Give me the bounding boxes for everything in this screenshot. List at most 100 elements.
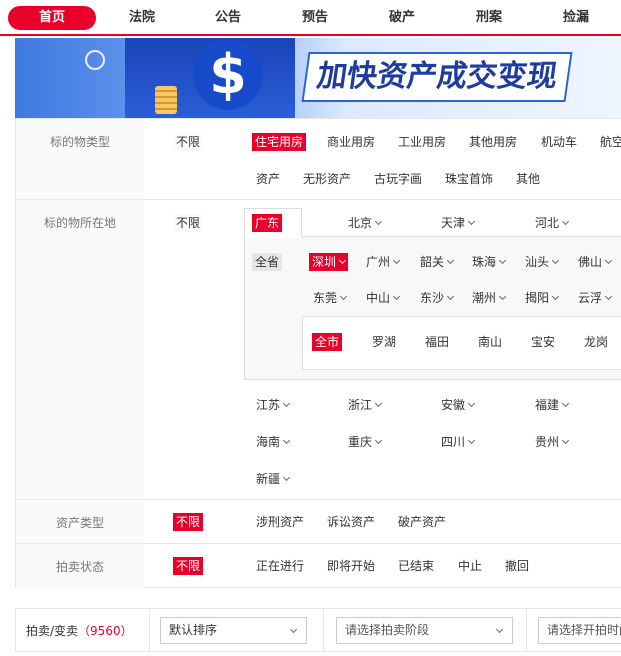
- nav-bankruptcy[interactable]: 破产: [372, 6, 432, 30]
- province-zhejiang[interactable]: 浙江: [348, 396, 383, 414]
- province-chongqing[interactable]: 重庆: [348, 433, 383, 451]
- option-upcoming[interactable]: 即将开始: [327, 557, 375, 575]
- option-unlimited[interactable]: 不限: [173, 214, 204, 232]
- result-count: 拍卖/变卖（9560）: [26, 624, 133, 638]
- nav-home[interactable]: 首页: [8, 6, 96, 30]
- option-intangible[interactable]: 无形资产: [303, 170, 351, 188]
- option-ended[interactable]: 已结束: [398, 557, 434, 575]
- option-all-province[interactable]: 全省: [252, 253, 283, 271]
- dollar-icon: $: [193, 40, 263, 110]
- option-antiques[interactable]: 古玩字画: [374, 170, 422, 188]
- district-nanshan[interactable]: 南山: [478, 333, 502, 351]
- province-anhui[interactable]: 安徽: [441, 396, 476, 414]
- city-chaozhou[interactable]: 潮州: [472, 289, 507, 307]
- chevron-down-icon: [289, 625, 298, 634]
- city-dongguan[interactable]: 东莞: [313, 289, 348, 307]
- nav-bargain[interactable]: 捡漏: [546, 6, 606, 30]
- option-aviation[interactable]: 航空: [600, 133, 621, 151]
- option-residential[interactable]: 住宅用房: [252, 133, 307, 151]
- chevron-down-icon: [498, 292, 507, 301]
- district-futian[interactable]: 福田: [425, 333, 449, 351]
- city-shenzhen[interactable]: 深圳: [309, 253, 349, 271]
- province-fujian[interactable]: 福建: [535, 396, 570, 414]
- option-suspended[interactable]: 中止: [458, 557, 482, 575]
- province-jiangsu[interactable]: 江苏: [256, 396, 291, 414]
- province-xinjiang[interactable]: 新疆: [256, 470, 291, 488]
- city-dongsha[interactable]: 东沙: [420, 289, 455, 307]
- chevron-down-icon: [561, 399, 570, 408]
- option-litigation-assets[interactable]: 诉讼资产: [327, 513, 375, 531]
- chevron-down-icon: [561, 217, 570, 226]
- filter-label: 拍卖状态: [16, 544, 144, 588]
- option-in-progress[interactable]: 正在进行: [256, 557, 304, 575]
- auction-stage-select[interactable]: 请选择拍卖阶段: [336, 617, 513, 644]
- option-other[interactable]: 其他: [516, 170, 540, 188]
- option-bankruptcy-assets[interactable]: 破产资产: [398, 513, 446, 531]
- top-nav: 首页 法院 公告 预告 破产 刑案 捡漏: [0, 0, 621, 36]
- filter-label: 资产类型: [16, 500, 144, 543]
- ring-decoration: [85, 50, 105, 70]
- sort-select[interactable]: 默认排序: [160, 617, 307, 644]
- province-hebei[interactable]: 河北: [535, 214, 570, 232]
- chevron-down-icon: [467, 436, 476, 445]
- chevron-down-icon: [339, 292, 348, 301]
- city-zhongshan[interactable]: 中山: [366, 289, 401, 307]
- chevron-down-icon: [374, 399, 383, 408]
- province-sichuan[interactable]: 四川: [441, 433, 476, 451]
- chevron-down-icon: [551, 292, 560, 301]
- option-unlimited[interactable]: 不限: [173, 513, 204, 531]
- option-other-housing[interactable]: 其他用房: [469, 133, 517, 151]
- nav-preview[interactable]: 预告: [285, 6, 345, 30]
- filter-row-asset-type: 资产类型 不限 涉刑资产 诉讼资产 破产资产: [16, 500, 621, 544]
- banner-slogan: 加快资产成交变现: [301, 52, 573, 102]
- option-commercial[interactable]: 商业用房: [327, 133, 375, 151]
- chevron-down-icon: [282, 436, 291, 445]
- option-vehicle[interactable]: 机动车: [541, 133, 577, 151]
- chevron-down-icon: [467, 399, 476, 408]
- option-all-city[interactable]: 全市: [312, 333, 343, 351]
- divider: [526, 609, 527, 651]
- promo-banner[interactable]: $ 加快资产成交变现: [15, 38, 621, 118]
- district-luohu[interactable]: 罗湖: [372, 333, 396, 351]
- chevron-down-icon: [561, 436, 570, 445]
- nav-announcement[interactable]: 公告: [198, 6, 258, 30]
- coins-icon: [155, 86, 177, 114]
- chevron-down-icon: [374, 436, 383, 445]
- filter-row-auction-status: 拍卖状态 不限 正在进行 即将开始 已结束 中止 撤回: [16, 544, 621, 588]
- province-guizhou[interactable]: 贵州: [535, 433, 570, 451]
- option-withdrawn[interactable]: 撤回: [505, 557, 529, 575]
- city-jieyang[interactable]: 揭阳: [525, 289, 560, 307]
- filter-row-subject-type: 标的物类型 不限 住宅用房 商业用房 工业用房 其他用房 机动车 航空 资产 无…: [16, 119, 621, 200]
- chevron-down-icon: [498, 256, 507, 265]
- city-shaoguan[interactable]: 韶关: [420, 253, 455, 271]
- province-tianjin[interactable]: 天津: [441, 214, 476, 232]
- filter-label: 标的物所在地: [16, 200, 144, 499]
- nav-criminal[interactable]: 刑案: [459, 6, 519, 30]
- divider: [323, 609, 324, 651]
- city-yunfu[interactable]: 云浮: [578, 289, 613, 307]
- district-baoan[interactable]: 宝安: [531, 333, 555, 351]
- shenzhen-district-panel: [302, 316, 621, 370]
- chevron-down-icon: [467, 217, 476, 226]
- province-hainan[interactable]: 海南: [256, 433, 291, 451]
- chevron-down-icon: [446, 256, 455, 265]
- option-jewelry[interactable]: 珠宝首饰: [445, 170, 493, 188]
- district-longgang[interactable]: 龙岗: [584, 333, 608, 351]
- chevron-down-icon: [551, 256, 560, 265]
- option-criminal-assets[interactable]: 涉刑资产: [256, 513, 304, 531]
- city-zhuhai[interactable]: 珠海: [472, 253, 507, 271]
- option-unlimited[interactable]: 不限: [173, 133, 204, 151]
- filter-panel: 标的物类型 不限 住宅用房 商业用房 工业用房 其他用房 机动车 航空 资产 无…: [15, 118, 621, 588]
- chevron-down-icon: [392, 256, 401, 265]
- city-guangzhou[interactable]: 广州: [366, 253, 401, 271]
- option-unlimited[interactable]: 不限: [173, 557, 204, 575]
- province-beijing[interactable]: 北京: [348, 214, 383, 232]
- start-time-select[interactable]: 请选择开拍时间: [538, 617, 621, 644]
- option-industrial[interactable]: 工业用房: [398, 133, 446, 151]
- city-shantou[interactable]: 汕头: [525, 253, 560, 271]
- province-guangdong[interactable]: 广东: [252, 214, 283, 232]
- nav-court[interactable]: 法院: [112, 6, 172, 30]
- option-assets[interactable]: 资产: [256, 170, 280, 188]
- city-foshan[interactable]: 佛山: [578, 253, 613, 271]
- chevron-down-icon: [495, 625, 504, 634]
